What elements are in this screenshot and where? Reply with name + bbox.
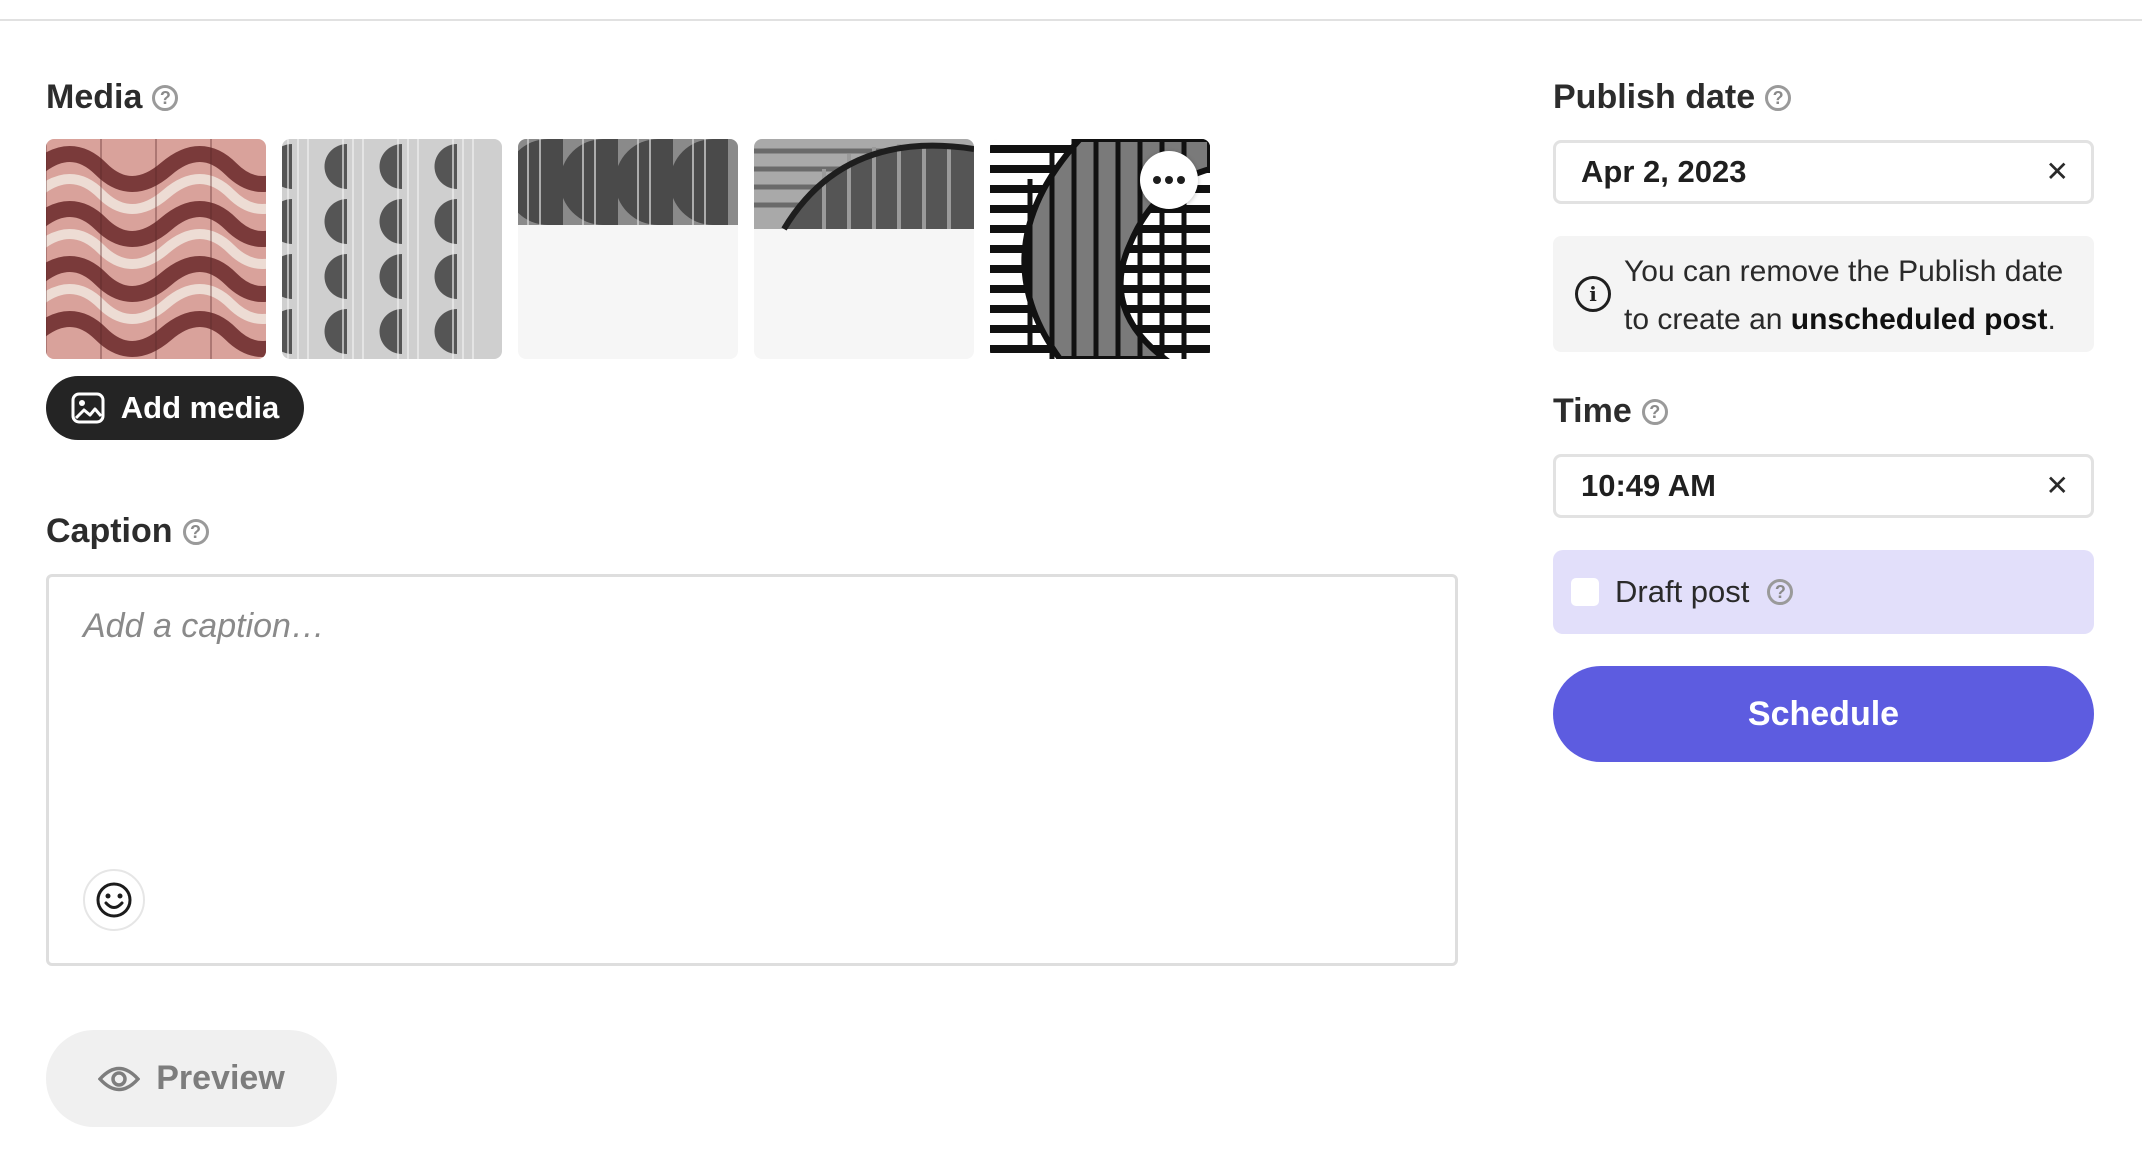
media-label-row: Media ? [46,78,179,117]
help-icon[interactable]: ? [1767,579,1794,605]
add-media-button[interactable]: Add media [46,376,304,440]
more-horizontal-icon [1153,176,1161,184]
more-options-button[interactable] [1140,151,1198,209]
close-icon[interactable]: ✕ [2046,158,2069,186]
time-label: Time [1553,392,1632,430]
preview-button[interactable]: Preview [46,1030,337,1127]
time-field[interactable]: 10:49 AM ✕ [1553,454,2094,518]
emoji-button[interactable] [83,869,145,931]
publish-date-field[interactable]: Apr 2, 2023 ✕ [1553,140,2094,204]
info-line-1: You can remove the Publish date [1624,255,2064,288]
caption-label: Caption [46,512,173,550]
publish-date-value: Apr 2, 2023 [1581,154,1747,189]
close-icon[interactable]: ✕ [2046,472,2069,500]
help-icon[interactable]: ? [1765,84,1792,111]
info-message: i You can remove the Publish date to cre… [1553,236,2094,352]
media-thumbnail-1[interactable] [46,139,266,359]
info-icon: i [1575,276,1611,312]
draft-post-checkbox[interactable] [1571,578,1599,606]
add-media-label: Add media [120,390,280,425]
schedule-button[interactable]: Schedule [1553,666,2094,762]
help-icon[interactable]: ? [1641,398,1668,425]
schedule-label: Schedule [1747,694,1900,733]
help-icon[interactable]: ? [182,518,209,545]
eye-icon [98,1066,141,1091]
publish-date-label-row: Publish date ? [1553,78,1792,117]
time-label-row: Time ? [1553,392,1668,431]
draft-post-label: Draft post [1615,574,1750,609]
image-icon [71,392,105,424]
publish-date-label: Publish date [1553,78,1756,116]
caption-placeholder: Add a caption… [83,607,325,645]
info-line-2: to create an unscheduled post. [1624,303,2056,336]
smiley-icon [96,882,132,918]
media-thumbnail-3[interactable] [518,139,738,359]
help-icon[interactable]: ? [152,84,179,111]
media-thumbnail-2[interactable] [282,139,502,359]
media-label: Media [46,78,143,116]
top-divider [0,19,2142,21]
time-value: 10:49 AM [1581,468,1716,503]
caption-label-row: Caption ? [46,512,209,551]
media-thumbnail-4[interactable] [754,139,974,359]
preview-label: Preview [156,1059,285,1097]
caption-input[interactable]: Add a caption… [46,574,1458,966]
draft-post-option[interactable]: Draft post ? [1553,550,2094,634]
